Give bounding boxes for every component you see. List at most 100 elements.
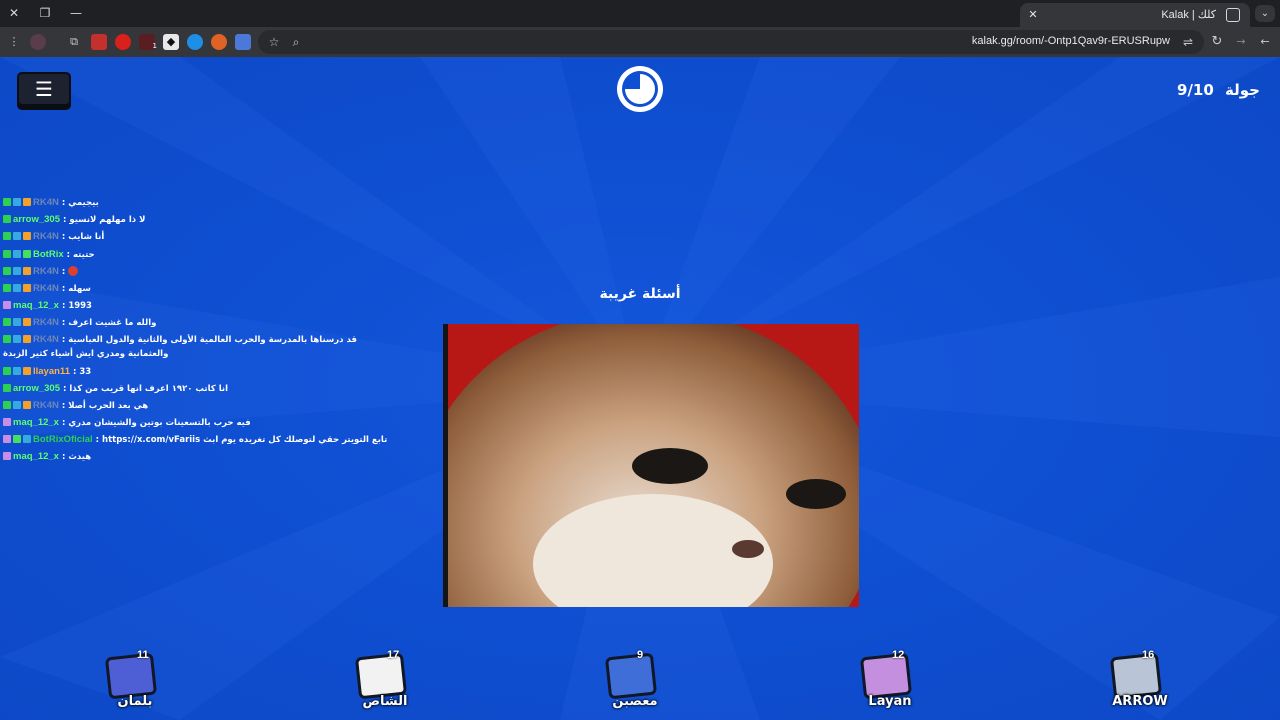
- extension-blue-icon[interactable]: [187, 34, 203, 50]
- chat-badge-icon: [23, 366, 31, 375]
- window-minimize-icon[interactable]: —: [66, 4, 86, 22]
- chat-text: 33: [79, 366, 92, 377]
- player-card[interactable]: 16 ARROW: [1100, 647, 1180, 717]
- chat-username[interactable]: RK4N: [33, 400, 59, 411]
- chat-badge-icon: [23, 232, 31, 241]
- chat-badge-icon: [3, 215, 11, 224]
- chat-message: RK4N: والله ما غشيت اعرف: [3, 314, 383, 331]
- browser-tab[interactable]: ✕ Kalak | كلك: [1020, 3, 1250, 27]
- chat-badge-icon: [13, 232, 21, 241]
- player-card[interactable]: 9 معصبن: [595, 647, 675, 717]
- chat-username[interactable]: RK4N: [33, 317, 59, 328]
- site-settings-icon[interactable]: ⇌: [1180, 34, 1196, 50]
- chat-badge-icon: [23, 334, 31, 343]
- chat-badge-icon: [13, 366, 21, 375]
- address-url: kalak.gg/room/-Ontp1Qav9r-ERUSRupw: [971, 35, 1170, 47]
- chat-username[interactable]: RK4N: [33, 197, 59, 208]
- chat-panel: RK4N: بيجيمي arrow_305: لا ذا مهلهم لانسي…: [3, 194, 387, 466]
- tab-close-icon[interactable]: ✕: [1024, 6, 1042, 24]
- browser-toolbar: ⋮ ⧉ 1 ◆ ☆ ⌕ kalak.gg/room/-Ontp1Qav9r-ER…: [0, 27, 1280, 57]
- window-restore-icon[interactable]: ❐: [35, 4, 55, 22]
- player-name: الشاص: [362, 694, 408, 709]
- hamburger-icon: ☰: [35, 77, 53, 101]
- chat-badge-icon: [13, 334, 21, 343]
- chat-message: BotRixOficial: https://x.com/vFariis تاب…: [3, 431, 387, 448]
- extensions-puzzle-icon[interactable]: ⧉: [66, 34, 82, 50]
- question-image: [443, 324, 859, 607]
- chat-badge-icon: [23, 266, 31, 275]
- extension-shield-icon[interactable]: [115, 34, 131, 50]
- tab-search-chevron-icon[interactable]: ⌄: [1255, 5, 1275, 22]
- window-close-icon[interactable]: ✕: [4, 4, 24, 22]
- chat-badge-icon: [3, 400, 11, 409]
- chat-badge-icon: [23, 283, 31, 292]
- extension-diamond-icon[interactable]: ◆: [163, 34, 179, 50]
- chat-username[interactable]: RK4N: [33, 231, 59, 242]
- player-name: Layan: [868, 694, 912, 709]
- player-score: 16: [1142, 649, 1155, 661]
- tab-title: Kalak | كلك: [1161, 9, 1216, 21]
- player-card[interactable]: 11 بلمان: [95, 647, 175, 717]
- player-score: 17: [387, 649, 400, 661]
- player-card[interactable]: 12 Layan: [850, 647, 930, 717]
- chat-text: لا ذا مهلهم لانسيو: [69, 215, 146, 226]
- chat-username[interactable]: arrow_305: [13, 214, 60, 225]
- pie-timer-icon: [617, 66, 663, 112]
- chat-badge-icon: [3, 383, 11, 392]
- chat-message: BotRix: حتيته: [3, 246, 383, 263]
- translate-icon[interactable]: [235, 34, 251, 50]
- reload-icon[interactable]: ↻: [1209, 34, 1225, 50]
- player-name: ARROW: [1112, 694, 1168, 709]
- more-menu-icon[interactable]: ⋮: [6, 34, 22, 50]
- chat-badge-icon: [3, 232, 11, 241]
- player-card[interactable]: 17 الشاص: [345, 647, 425, 717]
- chat-username[interactable]: arrow_305: [13, 383, 60, 394]
- chat-badge-icon: [23, 249, 31, 258]
- chat-username[interactable]: RK4N: [33, 334, 59, 345]
- chat-badge-icon: [3, 435, 11, 444]
- chat-message: maq_12_x: هيدث: [3, 448, 383, 465]
- chat-badge-icon: [13, 249, 21, 258]
- chat-badge-icon: [13, 198, 21, 206]
- zoom-icon[interactable]: ⌕: [288, 34, 304, 50]
- back-arrow-icon[interactable]: ←: [1257, 34, 1273, 50]
- chat-text: هيدث: [68, 452, 92, 463]
- profile-avatar-icon[interactable]: [30, 34, 46, 50]
- chat-text: انا كاتب ١٩٢٠ اعرف انها قريب من كذا: [69, 383, 228, 394]
- chat-badge-icon: [13, 283, 21, 292]
- chat-username[interactable]: BotRixOficial: [33, 434, 93, 445]
- browser-titlebar: ✕ ❐ — + ✕ Kalak | كلك ⌄: [0, 0, 1280, 27]
- tab-favicon-icon: [1226, 8, 1240, 22]
- chat-username[interactable]: maq_12_x: [13, 451, 59, 462]
- chat-message: maq_12_x: 1993: [3, 297, 383, 314]
- chat-username[interactable]: maq_12_x: [13, 300, 59, 311]
- address-bar[interactable]: ☆ ⌕ kalak.gg/room/-Ontp1Qav9r-ERUSRupw ⇌: [258, 30, 1204, 54]
- chat-text: حتيته: [72, 249, 95, 260]
- forward-arrow-icon[interactable]: →: [1233, 34, 1249, 50]
- chat-badge-icon: [3, 198, 11, 206]
- chat-badge-icon: [23, 198, 31, 206]
- chat-text: بيجيمي: [68, 198, 99, 208]
- chat-text: أنا شايب: [68, 232, 105, 243]
- chat-badge-icon: [3, 334, 11, 343]
- bookmark-star-icon[interactable]: ☆: [266, 34, 282, 50]
- extension-badge-icon[interactable]: 1: [139, 34, 157, 50]
- chat-emote-icon: [68, 265, 79, 276]
- extension-red-icon[interactable]: [91, 34, 107, 50]
- game-page: ☰ جولة 9/10 RK4N: بيجيمي arrow_305: لا ذا…: [0, 57, 1280, 720]
- chat-username[interactable]: RK4N: [33, 283, 59, 294]
- chat-username[interactable]: maq_12_x: [13, 417, 59, 428]
- chat-badge-icon: [3, 249, 11, 258]
- extension-fire-icon[interactable]: [211, 34, 227, 50]
- chat-username[interactable]: llayan11: [33, 366, 70, 377]
- round-counter: جولة 9/10: [1177, 81, 1260, 99]
- chat-message: RK4N: أنا شايب: [3, 228, 383, 245]
- player-score: 9: [637, 649, 644, 661]
- chat-username[interactable]: RK4N: [33, 266, 59, 277]
- round-label: جولة: [1225, 81, 1260, 99]
- menu-button[interactable]: ☰: [17, 72, 71, 106]
- extension-count: 1: [152, 42, 157, 50]
- chat-username[interactable]: BotRix: [33, 249, 64, 260]
- cat-image: [448, 324, 859, 607]
- chat-badge-icon: [3, 452, 11, 461]
